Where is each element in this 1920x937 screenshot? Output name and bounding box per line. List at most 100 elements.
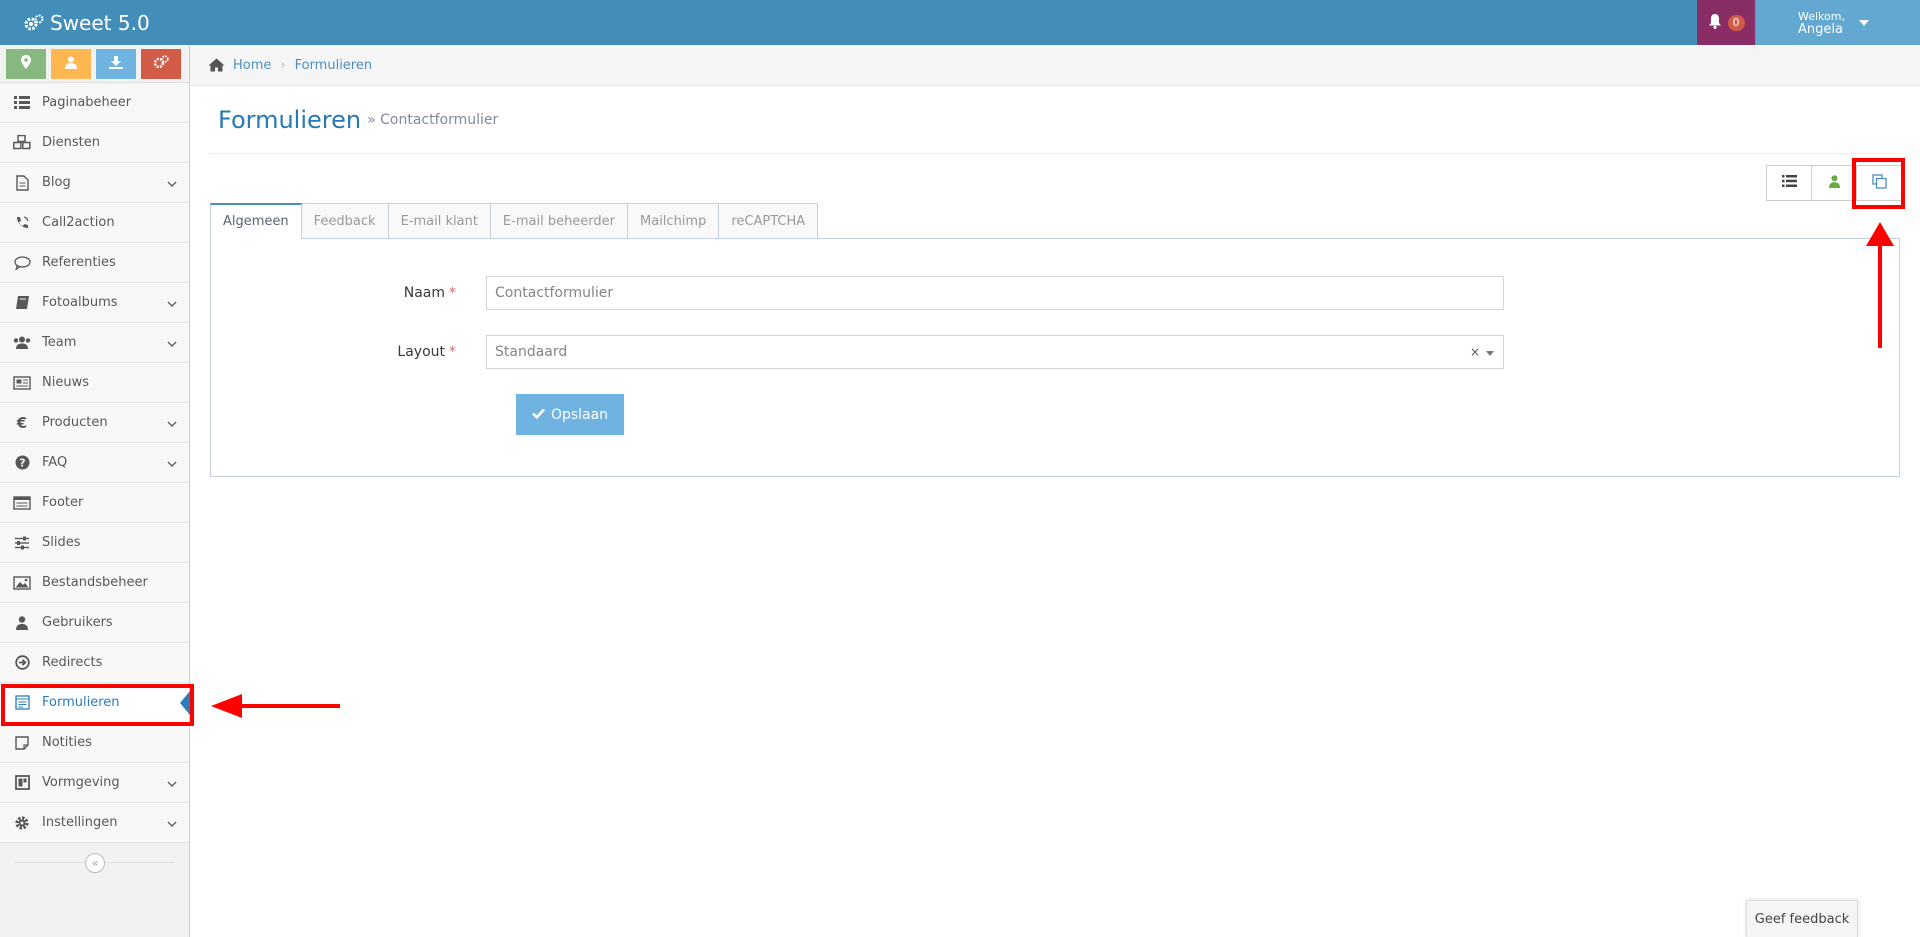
save-button[interactable]: Opslaan xyxy=(516,394,624,435)
tab-mailchimp[interactable]: Mailchimp xyxy=(628,203,720,239)
shortcut-user-button[interactable] xyxy=(51,49,91,79)
note-icon xyxy=(12,733,32,753)
form-tabs: Algemeen Feedback E-mail klant E-mail be… xyxy=(210,203,819,239)
user-button[interactable] xyxy=(1812,166,1857,200)
tab-email-klant[interactable]: E-mail klant xyxy=(388,203,491,239)
euro-icon: € xyxy=(16,413,28,432)
name-row: Naam * Contactformulier xyxy=(211,276,1504,310)
user-icon xyxy=(65,56,77,73)
sidebar-item-slides[interactable]: Slides xyxy=(0,523,189,563)
map-marker-icon xyxy=(21,55,31,73)
name-input[interactable]: Contactformulier xyxy=(486,276,1504,310)
sidebar-item-label: Paginabeheer xyxy=(42,95,132,110)
arrow-circle-icon xyxy=(12,653,32,673)
caret-down-icon xyxy=(1858,15,1869,30)
sidebar-item-label: Slides xyxy=(42,535,81,550)
annotation-highlight-formulieren xyxy=(1,684,194,726)
sidebar-item-label: Gebruikers xyxy=(42,615,113,630)
caret-down-icon[interactable] xyxy=(1486,345,1494,359)
sidebar-item-notities[interactable]: Notities xyxy=(0,723,189,763)
required-mark: * xyxy=(449,285,456,301)
users-icon xyxy=(12,333,32,353)
sidebar-item-referenties[interactable]: Referenties xyxy=(0,243,189,283)
app-title: Sweet 5.0 xyxy=(50,10,150,35)
sidebar-item-label: Instellingen xyxy=(42,815,118,830)
check-icon xyxy=(532,407,545,423)
sidebar-item-team[interactable]: Team xyxy=(0,323,189,363)
sidebar-item-vormgeving[interactable]: Vormgeving xyxy=(0,763,189,803)
sidebar-item-producten[interactable]: € Producten xyxy=(0,403,189,443)
sidebar-item-redirects[interactable]: Redirects xyxy=(0,643,189,683)
top-navbar: Sweet 5.0 0 Welkom, Angela xyxy=(0,0,1920,45)
sidebar-item-footer[interactable]: Footer xyxy=(0,483,189,523)
sidebar-item-paginabeheer[interactable]: Paginabeheer xyxy=(0,83,189,123)
double-angle-left-icon: « xyxy=(91,856,99,870)
shortcut-location-button[interactable] xyxy=(6,49,46,79)
page-subtitle: » Contactformulier xyxy=(367,111,499,128)
tab-feedback[interactable]: Feedback xyxy=(301,203,389,239)
sidebar-item-label: Footer xyxy=(42,495,84,510)
sidebar-item-label: Fotoalbums xyxy=(42,295,118,310)
annotation-highlight-copy-button xyxy=(1852,158,1905,209)
home-icon xyxy=(208,58,225,72)
breadcrumb-home-link[interactable]: Home xyxy=(233,58,271,73)
sidebar-item-label: Redirects xyxy=(42,655,103,670)
sidebar-item-instellingen[interactable]: Instellingen xyxy=(0,803,189,843)
list-icon xyxy=(1781,175,1797,191)
annotation-arrow-up xyxy=(1866,222,1894,348)
layout-row: Layout * Standaard × xyxy=(211,335,1504,369)
welcome-label: Welkom, xyxy=(1798,9,1845,23)
notifications-button[interactable]: 0 xyxy=(1697,0,1755,45)
sidebar-item-label: Producten xyxy=(42,415,108,430)
app-brand[interactable]: Sweet 5.0 xyxy=(24,0,150,45)
shortcut-download-button[interactable] xyxy=(96,49,136,79)
sidebar-item-bestandsbeheer[interactable]: Bestandsbeheer xyxy=(0,563,189,603)
sidebar-item-label: Bestandsbeheer xyxy=(42,575,148,590)
sidebar-item-call2action[interactable]: Call2action xyxy=(0,203,189,243)
user-menu[interactable]: Welkom, Angela xyxy=(1755,0,1920,45)
cogs-icon xyxy=(24,14,44,32)
name-label: Naam * xyxy=(403,285,456,301)
sidebar-item-diensten[interactable]: Diensten xyxy=(0,123,189,163)
chevron-down-icon xyxy=(167,296,177,311)
sidebar-item-label: Referenties xyxy=(42,255,116,270)
document-icon xyxy=(12,173,32,193)
layout-select[interactable]: Standaard xyxy=(486,335,1504,369)
sidebar-shortcuts xyxy=(0,45,189,83)
layout-label: Layout * xyxy=(397,344,456,360)
tab-algemeen[interactable]: Algemeen xyxy=(210,203,302,239)
chevron-down-icon xyxy=(167,176,177,191)
chevron-down-icon xyxy=(167,776,177,791)
newspaper-icon xyxy=(12,373,32,393)
sidebar-collapse-button[interactable]: « xyxy=(85,853,105,873)
svg-text:?: ? xyxy=(19,457,25,470)
sidebar-item-label: Blog xyxy=(42,175,71,190)
sidebar-item-label: Team xyxy=(42,335,77,350)
sidebar-item-blog[interactable]: Blog xyxy=(0,163,189,203)
tab-recaptcha[interactable]: reCAPTCHA xyxy=(719,203,819,239)
question-icon: ? xyxy=(12,453,32,473)
sidebar-item-nieuws[interactable]: Nieuws xyxy=(0,363,189,403)
cubes-icon xyxy=(12,133,32,153)
sidebar-item-gebruikers[interactable]: Gebruikers xyxy=(0,603,189,643)
sidebar: Paginabeheer Diensten Blog Call2action R… xyxy=(0,45,190,937)
sidebar-item-faq[interactable]: ? FAQ xyxy=(0,443,189,483)
layout-icon xyxy=(12,773,32,793)
clear-icon[interactable]: × xyxy=(1470,345,1480,359)
bell-icon xyxy=(1708,13,1722,33)
list-view-button[interactable] xyxy=(1767,166,1812,200)
tab-email-beheerder[interactable]: E-mail beheerder xyxy=(490,203,629,239)
sidebar-item-fotoalbums[interactable]: Fotoalbums xyxy=(0,283,189,323)
chevron-down-icon xyxy=(167,816,177,831)
sidebar-item-label: Nieuws xyxy=(42,375,89,390)
phone-icon xyxy=(12,213,32,233)
list-icon xyxy=(12,93,32,113)
user-icon xyxy=(1828,174,1840,192)
breadcrumb-current-link[interactable]: Formulieren xyxy=(295,58,373,73)
footer-icon xyxy=(12,493,32,513)
shortcut-settings-button[interactable] xyxy=(141,49,181,79)
breadcrumb-separator-icon: › xyxy=(280,57,286,73)
cogs-icon xyxy=(153,55,169,73)
page-header: Formulieren » Contactformulier xyxy=(210,86,1900,154)
feedback-button[interactable]: Geef feedback xyxy=(1746,900,1858,937)
